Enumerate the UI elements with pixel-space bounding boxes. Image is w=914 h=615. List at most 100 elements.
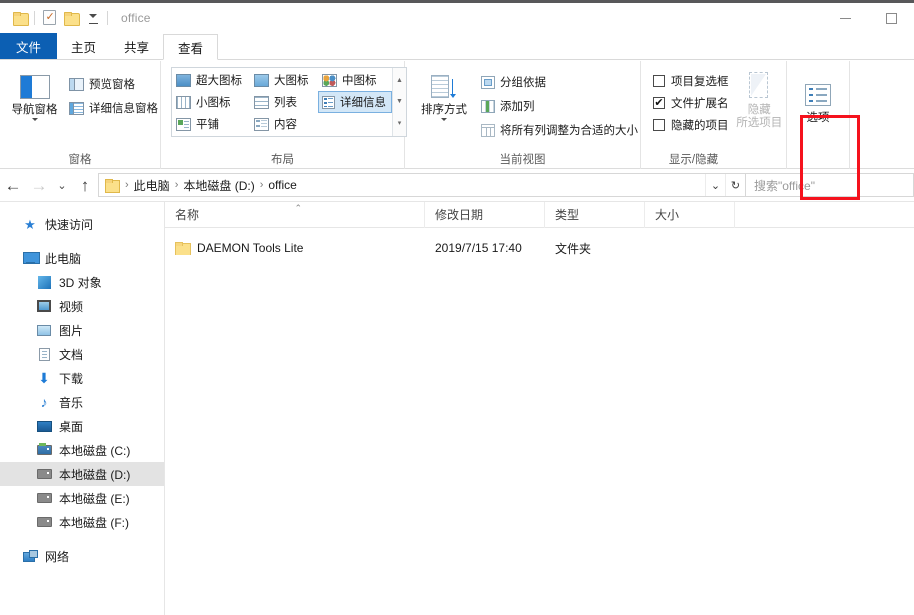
customize-qat-icon[interactable] [82,7,104,29]
back-button[interactable]: ← [0,169,26,201]
search-box[interactable]: 搜索"office" [746,173,914,197]
column-header-size[interactable]: 大小 [645,201,735,228]
sidebar-item-drive-f[interactable]: 本地磁盘 (F:) [0,510,164,534]
sidebar-item-label: 网络 [45,549,70,564]
group-label-layout: 布局 [271,154,294,166]
details-pane-icon [69,101,84,115]
table-row[interactable]: DAEMON Tools Lite 2019/7/15 17:40 文件夹 [165,236,914,260]
sidebar-item-videos[interactable]: 视频 [0,294,164,318]
address-bar: ← → ⌄ ↑ › 此电脑 › 本地磁盘 (D:) › office ⌄ ↻ 搜… [0,169,914,201]
chevron-down-icon [31,118,38,121]
sidebar-item-drive-c[interactable]: 本地磁盘 (C:) [0,438,164,462]
scroll-down-icon[interactable]: ▼ [396,98,403,105]
address-dropdown-icon[interactable]: ⌄ [705,174,725,196]
sidebar-item-this-pc[interactable]: 此电脑 [0,246,164,270]
layout-label: 内容 [274,119,297,131]
checkbox-checked[interactable]: ✔ [653,97,665,109]
this-pc-icon [22,250,40,266]
item-checkboxes-option[interactable]: 项目复选框 [653,70,729,92]
sidebar-item-drive-d[interactable]: 本地磁盘 (D:) [0,462,164,486]
layout-medium-icons[interactable]: 中图标 [318,69,392,91]
details-icon [322,95,335,109]
refresh-icon[interactable]: ↻ [725,174,745,196]
breadcrumb-drive-d[interactable]: 本地磁盘 (D:) [180,177,257,194]
column-header-type[interactable]: 类型 [545,201,645,228]
search-placeholder: 搜索"office" [754,178,815,193]
tab-home[interactable]: 主页 [57,33,110,59]
options-button[interactable]: 选项 [789,74,847,125]
tab-file[interactable]: 文件 [0,33,58,59]
group-label-options [787,152,849,170]
hidden-items-label: 隐藏的项目 [671,120,729,132]
layout-content[interactable]: 内容 [250,113,318,135]
layout-tiles[interactable]: 平铺 [172,113,250,135]
checkbox-unchecked[interactable] [653,75,665,87]
layout-small-icons[interactable]: 小图标 [172,91,250,113]
group-by-label: 分组依据 [500,77,546,89]
properties-icon[interactable] [38,7,60,29]
title-bar: office [0,3,914,33]
ribbon-group-show-hide: 项目复选框 ✔ 文件扩展名 隐藏的项目 隐藏 所选项目 显示/隐藏 [641,60,786,170]
quick-access-toolbar [0,7,111,29]
breadcrumb-this-pc[interactable]: 此电脑 [131,177,173,194]
divider [107,10,108,25]
tab-view[interactable]: 查看 [163,34,219,60]
navigation-pane-button[interactable]: 导航窗格 [8,66,61,121]
sidebar-item-music[interactable]: ♪ 音乐 [0,390,164,414]
minimize-button[interactable] [822,3,868,33]
sidebar-item-label: 视频 [59,299,84,314]
folder-icon[interactable] [9,7,31,29]
size-all-columns-button[interactable]: 将所有列调整为合适的大小 [479,118,640,142]
new-folder-icon[interactable] [60,7,82,29]
file-extensions-option[interactable]: ✔ 文件扩展名 [653,92,729,114]
sidebar-item-downloads[interactable]: ⬇ 下载 [0,366,164,390]
size-all-columns-label: 将所有列调整为合适的大小 [500,125,638,137]
column-headers: ⌃ 名称 修改日期 类型 大小 [165,201,914,228]
checkbox-unchecked[interactable] [653,119,665,131]
sidebar-item-drive-e[interactable]: 本地磁盘 (E:) [0,486,164,510]
chevron-down-icon [441,118,447,121]
recent-locations-button[interactable]: ⌄ [52,169,72,201]
network-icon [22,548,38,564]
maximize-button[interactable] [868,3,914,33]
sidebar-item-desktop[interactable]: 桌面 [0,414,164,438]
layout-details[interactable]: 详细信息 [318,91,392,113]
details-pane-button[interactable]: 详细信息窗格 [67,96,160,120]
sidebar-item-pictures[interactable]: 图片 [0,318,164,342]
sidebar-item-documents[interactable]: 文档 [0,342,164,366]
hidden-items-option[interactable]: 隐藏的项目 [653,114,729,136]
navigation-pane-icon [19,70,50,104]
layout-list[interactable]: 列表 [250,91,318,113]
add-columns-button[interactable]: 添加列 [479,94,640,118]
group-by-button[interactable]: 分组依据 [479,70,640,94]
scroll-up-icon[interactable]: ▲ [396,77,403,84]
breadcrumb-bar[interactable]: › 此电脑 › 本地磁盘 (D:) › office ⌄ ↻ [98,173,746,197]
column-header-date-modified[interactable]: 修改日期 [425,201,545,228]
layout-label: 超大图标 [196,75,242,87]
sidebar-item-3d-objects[interactable]: 3D 对象 [0,270,164,294]
preview-pane-button[interactable]: 预览窗格 [67,72,160,96]
add-columns-icon [481,99,495,113]
sort-by-button[interactable]: 排序方式 [415,66,473,121]
row-type-cell: 文件夹 [555,241,592,256]
options-icon [805,78,831,112]
layout-filler [318,113,392,135]
layout-extra-large-icons[interactable]: 超大图标 [172,69,250,91]
breadcrumb-office[interactable]: office [265,178,299,192]
gallery-more-icon[interactable]: ▾ [398,120,402,127]
documents-icon [36,346,52,362]
up-button[interactable]: ↑ [72,169,98,201]
sidebar-item-network[interactable]: 网络 [0,544,164,568]
ribbon-group-options: 选项 [787,60,849,170]
item-checkboxes-label: 项目复选框 [671,76,729,88]
sidebar-item-quick-access[interactable]: ★ 快速访问 [0,212,164,236]
forward-button[interactable]: → [26,169,52,201]
window-title: office [121,10,151,25]
details-pane-label: 详细信息窗格 [89,103,158,115]
column-header-name[interactable]: ⌃ 名称 [165,201,425,228]
tab-share[interactable]: 共享 [110,33,163,59]
gallery-scrollbar[interactable]: ▲ ▼ ▾ [392,68,406,136]
pictures-icon [36,322,52,338]
layout-large-icons[interactable]: 大图标 [250,69,318,91]
